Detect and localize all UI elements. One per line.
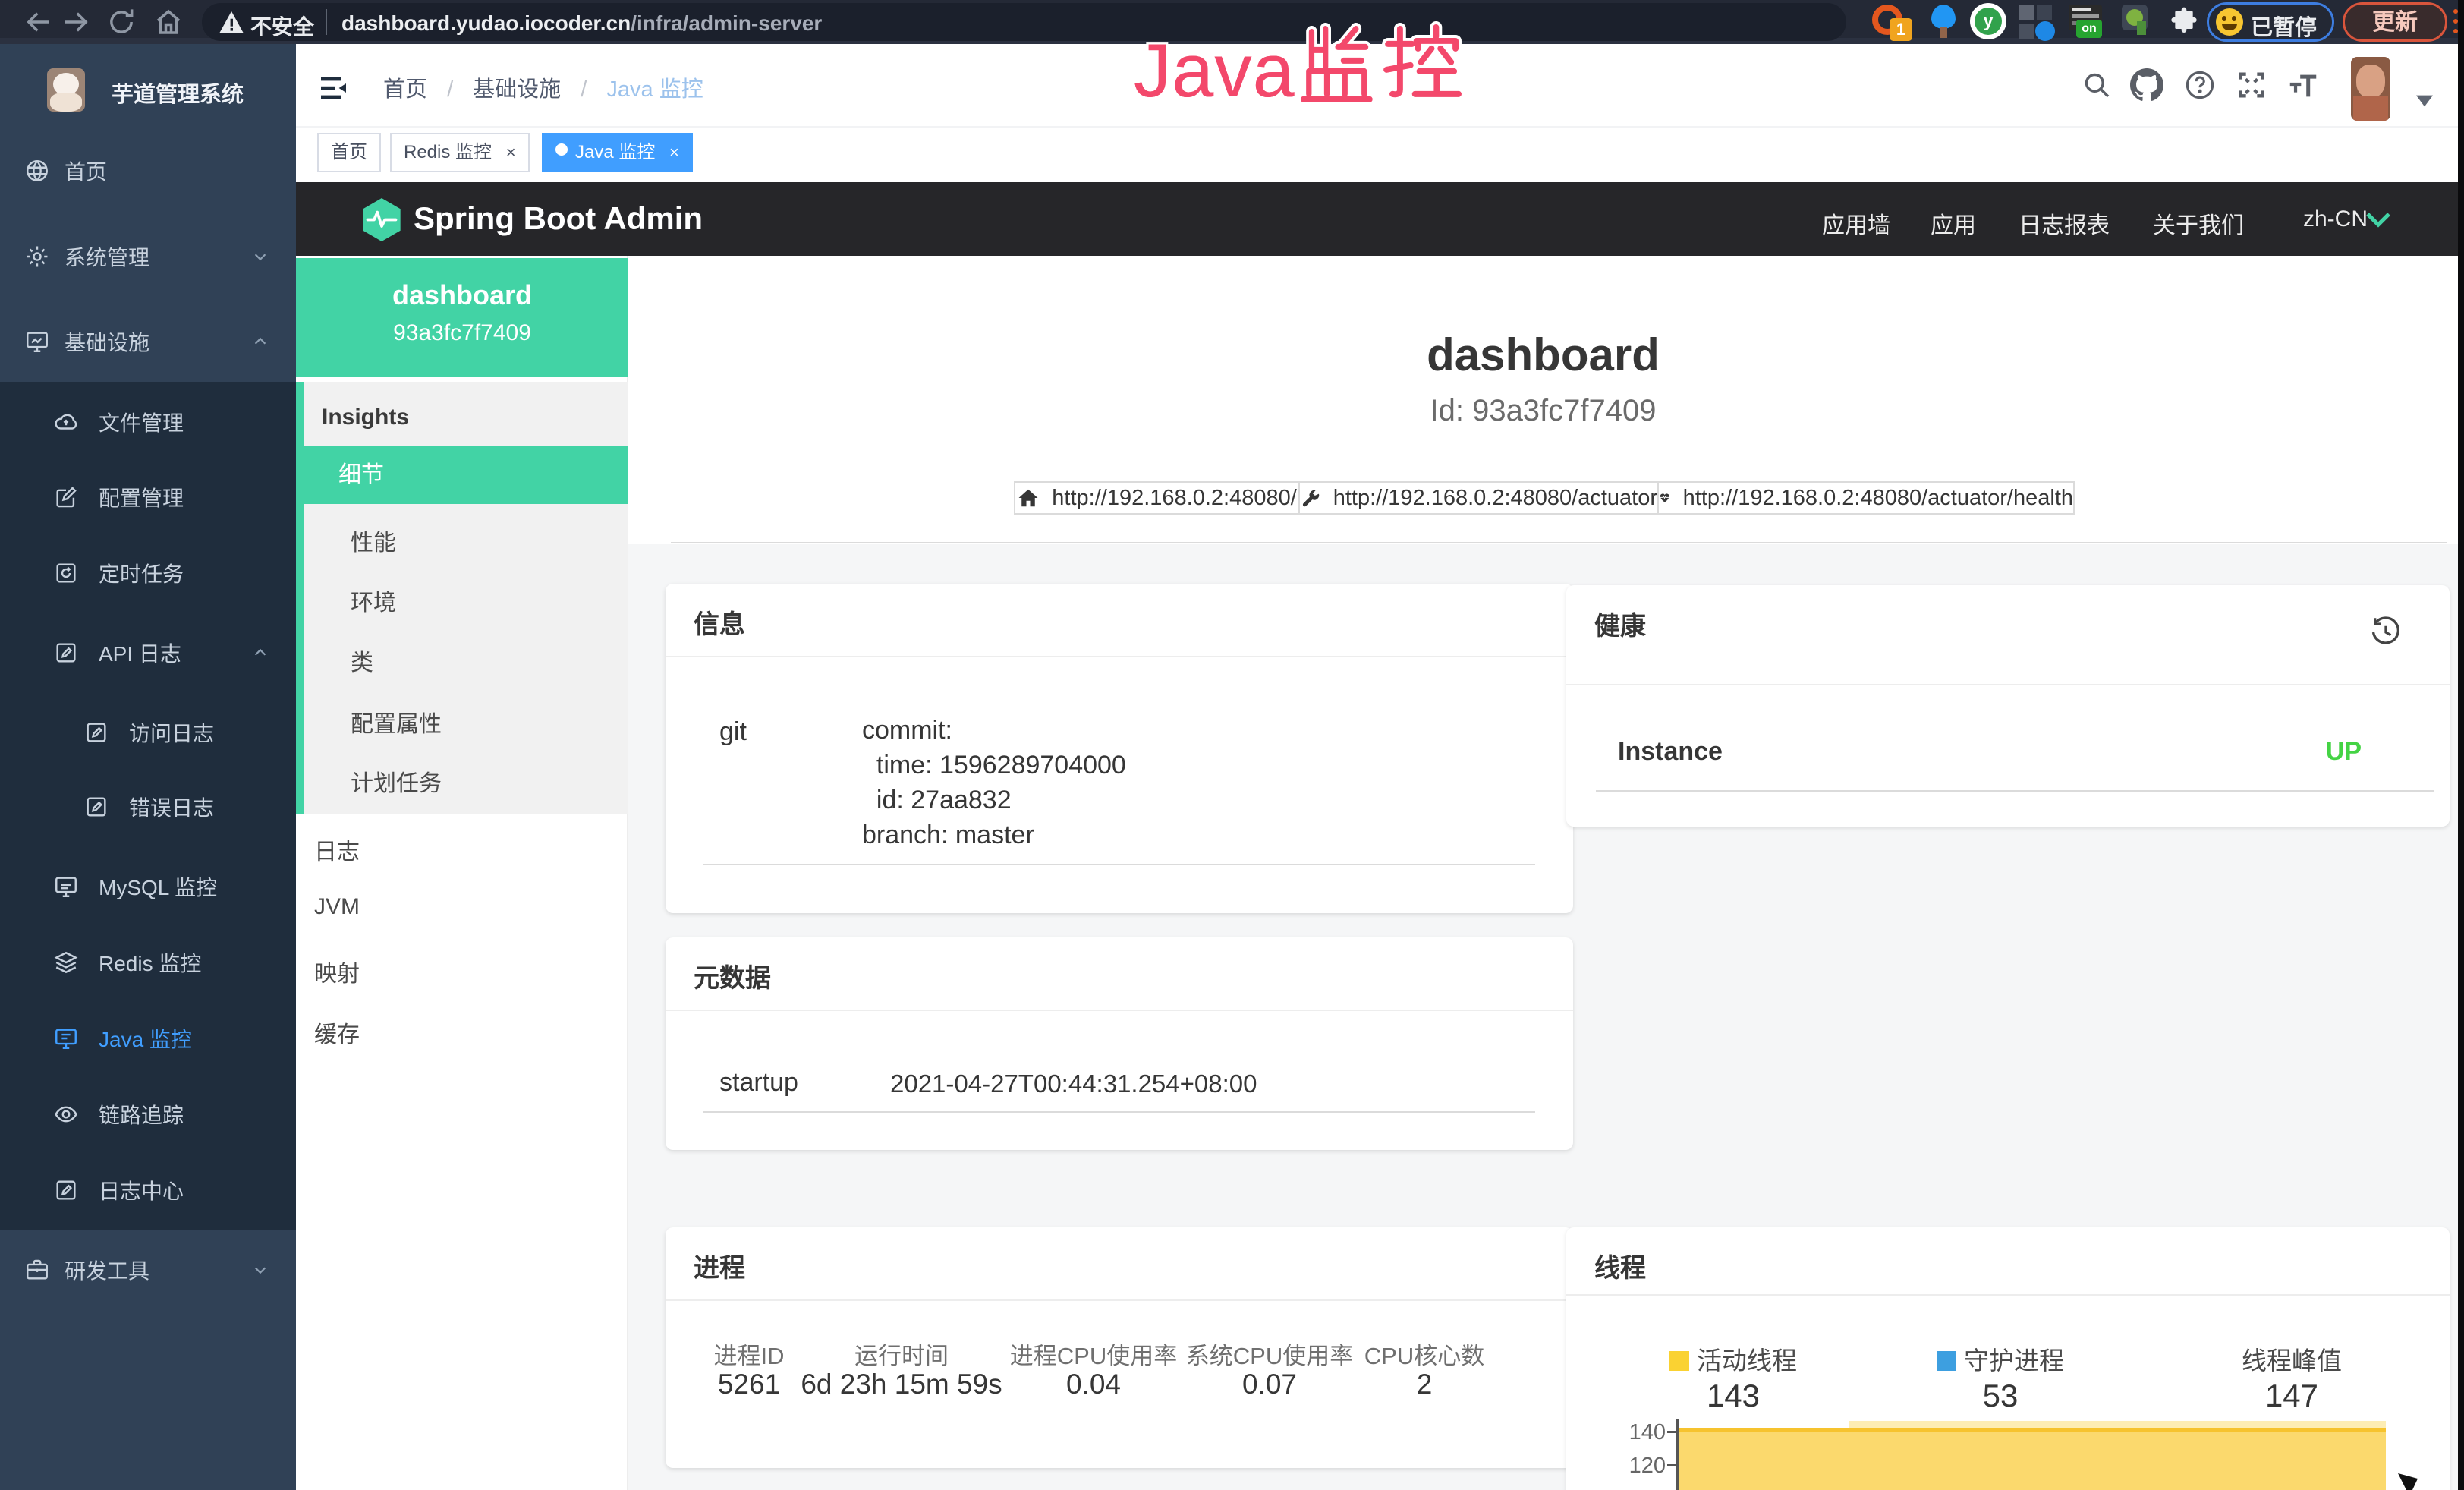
svg-text:Java: Java (1134, 28, 1295, 112)
